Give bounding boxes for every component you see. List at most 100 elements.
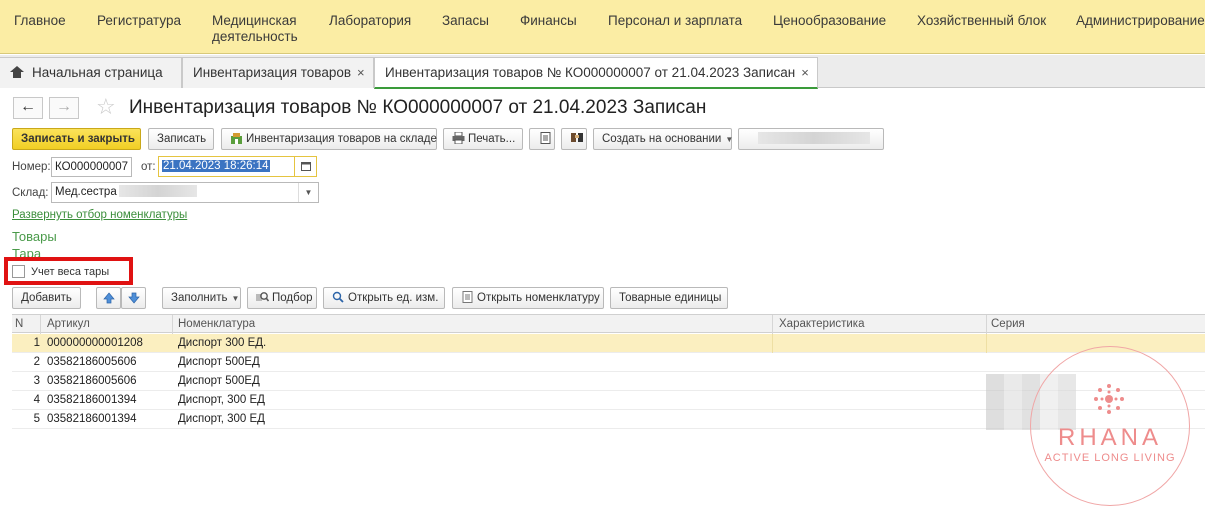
number-label: Номер:	[12, 161, 51, 173]
column-header-characteristic[interactable]: Характеристика	[779, 318, 865, 330]
chevron-down-icon[interactable]: ▼	[298, 183, 318, 202]
row-article: 03582186001394	[47, 394, 137, 406]
open-nomenclature-button[interactable]: Открыть номенклатуру	[452, 287, 604, 309]
expand-filter-link[interactable]: Развернуть отбор номенклатуры	[12, 209, 187, 221]
number-field[interactable]: КО000000007	[51, 157, 132, 177]
column-divider	[40, 315, 41, 334]
date-value: 21.04.2023 18:26:14	[162, 160, 270, 172]
tab-inventory-list-label: Инвентаризация товаров	[193, 65, 352, 80]
tab-home-label: Начальная страница	[32, 65, 163, 80]
warehouse-value: Мед.сестра	[55, 186, 117, 198]
menu-item-household[interactable]: Хозяйственный блок	[917, 13, 1046, 29]
tab-inventory-document-label: Инвентаризация товаров № КО000000007 от …	[385, 65, 796, 80]
column-header-series[interactable]: Серия	[991, 318, 1025, 330]
row-nomenclature: Диспорт, 300 ЕД	[178, 413, 265, 425]
menu-item-pricing[interactable]: Ценообразование	[773, 13, 886, 29]
menu-item-registry[interactable]: Регистратура	[97, 13, 181, 29]
save-and-close-button[interactable]: Записать и закрыть	[12, 128, 141, 150]
blurred-command-button[interactable]	[738, 128, 884, 150]
printer-icon	[452, 132, 465, 144]
table-row[interactable]: 1 000000000001208 Диспорт 300 ЕД.	[12, 334, 1205, 353]
arrow-down-icon	[127, 292, 140, 304]
create-based-on-button[interactable]: Создать на основании ▼	[593, 128, 734, 150]
menu-item-stocks[interactable]: Запасы	[442, 13, 489, 29]
menu-item-staff[interactable]: Персонал и зарплата	[608, 13, 742, 29]
document-icon	[462, 291, 473, 303]
inventory-in-warehouse-button[interactable]: Инвентаризация товаров на складе	[221, 128, 437, 150]
favorite-star-icon[interactable]: ☆	[96, 96, 116, 118]
column-header-nomenclature[interactable]: Номенклатура	[178, 318, 255, 330]
open-unit-button[interactable]: Открыть ед. изм.	[323, 287, 445, 309]
calendar-button[interactable]	[294, 157, 316, 176]
close-icon[interactable]: ×	[357, 65, 365, 80]
column-divider	[986, 334, 987, 353]
move-down-button[interactable]	[121, 287, 146, 309]
move-up-button[interactable]	[96, 287, 121, 309]
table-row[interactable]: 2 03582186005606 Диспорт 500ЕД	[12, 353, 1205, 372]
row-article: 03582186005606	[47, 356, 137, 368]
column-divider	[772, 315, 773, 334]
report-structure-button[interactable]	[529, 128, 555, 150]
tare-weight-label: Учет веса тары	[31, 266, 110, 278]
row-number: 5	[33, 413, 40, 425]
row-number: 1	[33, 337, 40, 349]
create-based-on-label: Создать на основании	[602, 133, 722, 145]
row-number: 3	[33, 375, 40, 387]
fill-button[interactable]: Заполнить ▼	[162, 287, 241, 309]
print-button[interactable]: Печать...	[443, 128, 523, 150]
main-menu: Главное Регистратура Медицинская деятель…	[0, 0, 1205, 54]
row-nomenclature: Диспорт 500ЕД	[178, 375, 260, 387]
dropdown-arrow-icon: ▼	[231, 294, 240, 303]
blurred-text	[758, 132, 870, 144]
warehouse-field[interactable]: Мед.сестра	[51, 182, 319, 203]
section-goods[interactable]: Товары	[12, 229, 57, 244]
column-divider	[772, 334, 773, 353]
fill-label: Заполнить	[171, 292, 228, 304]
logo-name: RHANA	[1057, 424, 1162, 451]
related-documents-button[interactable]	[561, 128, 587, 150]
row-article: 03582186001394	[47, 413, 137, 425]
open-unit-label: Открыть ед. изм.	[348, 292, 439, 304]
open-nomenclature-label: Открыть номенклатуру	[477, 292, 600, 304]
blurred-text	[118, 185, 197, 197]
menu-item-laboratory[interactable]: Лаборатория	[329, 13, 411, 29]
sun-logo-icon	[1094, 384, 1124, 414]
menu-item-administration[interactable]: Администрирование	[1076, 13, 1205, 29]
logo-tagline: ACTIVE LONG LIVING	[1044, 452, 1176, 464]
row-article: 000000000001208	[47, 337, 143, 349]
arrow-up-icon	[102, 292, 115, 304]
structure-icon	[570, 133, 583, 142]
forward-button[interactable]: →	[49, 97, 79, 119]
calendar-icon	[301, 162, 311, 171]
tab-inventory-list[interactable]: Инвентаризация товаров ×	[182, 57, 374, 88]
add-button[interactable]: Добавить	[12, 287, 81, 309]
column-divider	[986, 315, 987, 334]
menu-item-finance[interactable]: Финансы	[520, 13, 577, 29]
table-header: N Артикул Номенклатура Характеристика Се…	[12, 314, 1205, 334]
column-divider	[172, 315, 173, 334]
pick-search-icon	[256, 292, 269, 302]
product-units-button[interactable]: Товарные единицы	[610, 287, 728, 309]
tab-home[interactable]: Начальная страница	[0, 57, 182, 88]
back-button[interactable]: ←	[13, 97, 43, 119]
pick-button[interactable]: Подбор	[247, 287, 317, 309]
warehouse-icon	[231, 133, 242, 144]
tab-bar: Начальная страница Инвентаризация товаро…	[0, 55, 1205, 89]
tab-inventory-document[interactable]: Инвентаризация товаров № КО000000007 от …	[374, 57, 818, 89]
menu-item-medical[interactable]: Медицинская деятельность	[212, 13, 312, 45]
menu-item-main[interactable]: Главное	[14, 13, 66, 29]
save-button[interactable]: Записать	[148, 128, 214, 150]
home-icon	[10, 66, 24, 78]
column-header-n[interactable]: N	[15, 318, 23, 330]
tare-weight-checkbox[interactable]	[12, 265, 25, 278]
dropdown-arrow-icon: ▼	[725, 135, 734, 144]
pick-label: Подбор	[272, 292, 313, 304]
print-label: Печать...	[468, 133, 516, 145]
row-nomenclature: Диспорт 300 ЕД.	[178, 337, 267, 349]
search-icon	[332, 291, 344, 303]
column-header-article[interactable]: Артикул	[47, 318, 90, 330]
date-label: от:	[141, 161, 156, 173]
close-icon[interactable]: ×	[801, 65, 809, 80]
row-nomenclature: Диспорт 500ЕД	[178, 356, 260, 368]
row-article: 03582186005606	[47, 375, 137, 387]
